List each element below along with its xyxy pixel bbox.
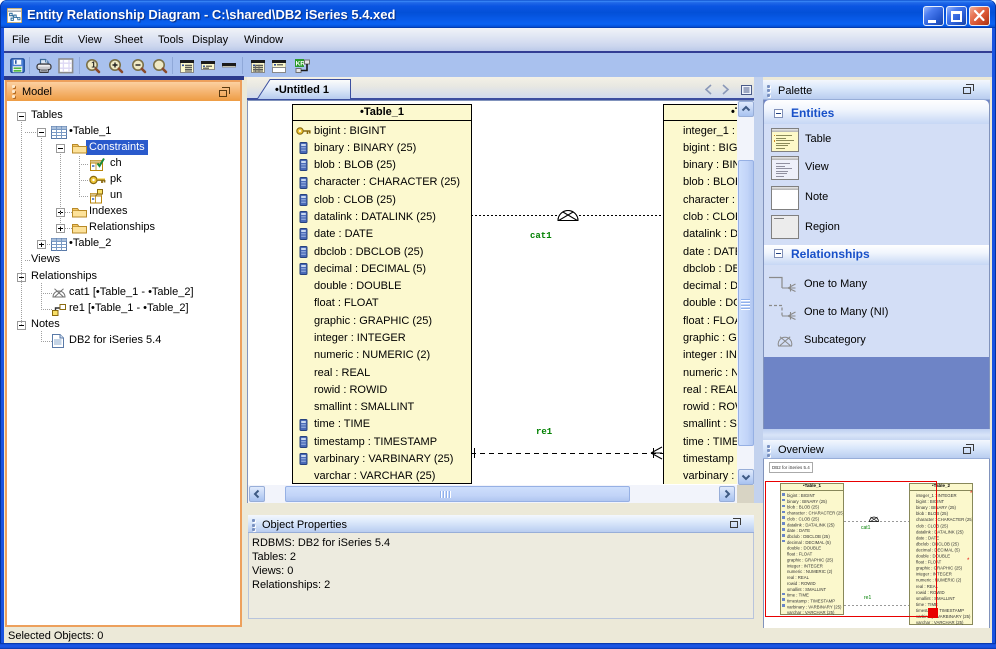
svg-text:KR: KR bbox=[296, 61, 306, 68]
